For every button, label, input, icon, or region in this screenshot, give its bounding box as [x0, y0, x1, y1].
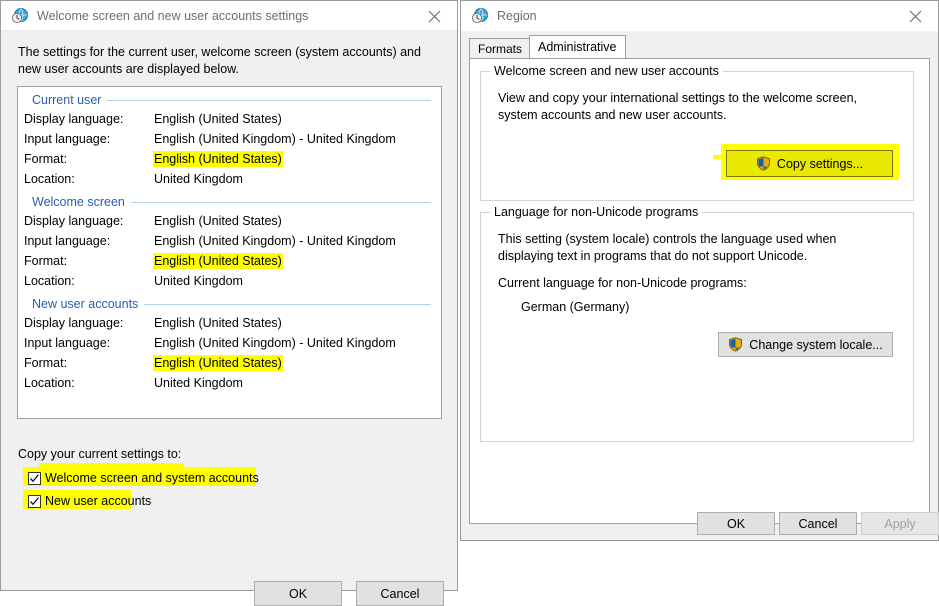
field-value: English (United States) [154, 112, 282, 126]
group-header: Welcome screen [18, 193, 441, 211]
close-icon[interactable] [411, 1, 457, 31]
region-window-title: Region [497, 9, 537, 23]
field-label: Format: [24, 152, 68, 166]
field-value: United Kingdom [154, 172, 243, 186]
copy-settings-button[interactable]: Copy settings... [726, 150, 893, 177]
settings-group-current-user: Current user Display language: English (… [18, 91, 441, 189]
cancel-button[interactable]: Cancel [356, 581, 444, 606]
group-title: New user accounts [32, 297, 139, 311]
copy-settings-button-label: Copy settings... [776, 156, 864, 171]
field-row-format: Format: English (United States) [18, 353, 441, 373]
group-rule [107, 99, 431, 101]
ok-button[interactable]: OK [254, 581, 342, 606]
groupbox-language-for-non-unicode-programs: Language for non-Unicode programs This s… [480, 205, 914, 442]
field-value: United Kingdom [154, 274, 243, 288]
group-header: Current user [18, 91, 441, 109]
group-header: New user accounts [18, 295, 441, 313]
field-label: Location: [24, 172, 75, 186]
field-label: Display language: [24, 214, 124, 228]
highlight-marker [713, 155, 727, 159]
field-row-input-language: Input language: English (United Kingdom)… [18, 231, 441, 251]
welcome-dialog-title: Welcome screen and new user accounts set… [37, 8, 309, 23]
field-row-format: Format: English (United States) [18, 251, 441, 271]
group-title: Welcome screen [32, 195, 125, 209]
non-unicode-description: This setting (system locale) controls th… [498, 232, 837, 263]
group-title: Current user [32, 93, 102, 107]
region-titlebar: Region [461, 1, 938, 31]
field-row-location: Location: United Kingdom [18, 373, 441, 393]
field-row-format: Format: English (United States) [18, 149, 441, 169]
field-value-highlighted: English (United States) [154, 356, 282, 370]
checkmark-icon[interactable] [28, 471, 41, 485]
settings-group-new-user-accounts: New user accounts Display language: Engl… [18, 295, 441, 393]
copy-settings-description: View and copy your international setting… [498, 91, 857, 122]
groupbox-welcome-screen-and-new-user-accounts: Welcome screen and new user accounts Vie… [480, 64, 914, 201]
field-value: English (United Kingdom) - United Kingdo… [154, 234, 396, 248]
field-label: Format: [24, 356, 68, 370]
administrative-tab-panel: Welcome screen and new user accounts Vie… [469, 58, 930, 524]
field-label: Input language: [24, 132, 111, 146]
groupbox-title: Welcome screen and new user accounts [490, 64, 723, 78]
group-rule [144, 303, 431, 305]
region-tabstrip: Formats Administrative [469, 35, 930, 58]
field-value: United Kingdom [154, 376, 243, 390]
settings-summary-panel: Current user Display language: English (… [17, 86, 442, 419]
groupbox-title: Language for non-Unicode programs [490, 205, 703, 219]
field-label: Display language: [24, 112, 124, 126]
field-label: Location: [24, 376, 75, 390]
uac-shield-icon [728, 337, 743, 352]
field-label: Location: [24, 274, 75, 288]
checkbox-label: Welcome screen and system accounts [45, 471, 259, 485]
field-row-display-language: Display language: English (United States… [18, 211, 441, 231]
field-label: Format: [24, 254, 68, 268]
group-rule [130, 201, 431, 203]
welcome-dialog-body: The settings for the current user, welco… [1, 31, 457, 606]
current-language-value: German (Germany) [521, 300, 630, 314]
field-value: English (United Kingdom) - United Kingdo… [154, 336, 396, 350]
region-cancel-button[interactable]: Cancel [779, 512, 857, 535]
region-window: Region Formats Administrative Welcome sc… [460, 0, 939, 541]
field-value: English (United States) [154, 316, 282, 330]
field-value-highlighted: English (United States) [154, 254, 282, 268]
field-label: Input language: [24, 336, 111, 350]
field-value: English (United States) [154, 214, 282, 228]
field-row-input-language: Input language: English (United Kingdom)… [18, 333, 441, 353]
current-language-label: Current language for non-Unicode program… [498, 276, 747, 290]
region-globe-clock-icon [11, 7, 29, 25]
checkbox-welcome-screen-and-system-accounts[interactable]: Welcome screen and system accounts [28, 469, 259, 487]
tab-formats[interactable]: Formats [469, 38, 532, 58]
close-icon[interactable] [892, 1, 938, 31]
settings-group-welcome-screen: Welcome screen Display language: English… [18, 193, 441, 291]
uac-shield-icon [756, 156, 771, 171]
tab-administrative[interactable]: Administrative [529, 35, 626, 58]
field-row-display-language: Display language: English (United States… [18, 109, 441, 129]
welcome-dialog-intro: The settings for the current user, welco… [18, 45, 421, 76]
field-label: Input language: [24, 234, 111, 248]
copy-settings-to-label: Copy your current settings to: [18, 447, 182, 461]
checkbox-label: New user accounts [45, 494, 152, 508]
welcome-screen-settings-dialog: Welcome screen and new user accounts set… [0, 0, 458, 606]
change-system-locale-button[interactable]: Change system locale... [718, 332, 893, 357]
checkbox-new-user-accounts[interactable]: New user accounts [28, 492, 151, 510]
field-label: Display language: [24, 316, 124, 330]
checkmark-icon[interactable] [28, 494, 41, 508]
field-value-highlighted: English (United States) [154, 152, 282, 166]
change-system-locale-label: Change system locale... [749, 337, 883, 352]
field-row-location: Location: United Kingdom [18, 169, 441, 189]
welcome-dialog-titlebar: Welcome screen and new user accounts set… [1, 1, 457, 31]
region-body: Formats Administrative Welcome screen an… [461, 31, 938, 540]
field-row-display-language: Display language: English (United States… [18, 313, 441, 333]
field-row-input-language: Input language: English (United Kingdom)… [18, 129, 441, 149]
region-apply-button: Apply [861, 512, 939, 535]
field-value: English (United Kingdom) - United Kingdo… [154, 132, 396, 146]
field-row-location: Location: United Kingdom [18, 271, 441, 291]
region-ok-button[interactable]: OK [697, 512, 775, 535]
region-globe-clock-icon [471, 7, 489, 25]
